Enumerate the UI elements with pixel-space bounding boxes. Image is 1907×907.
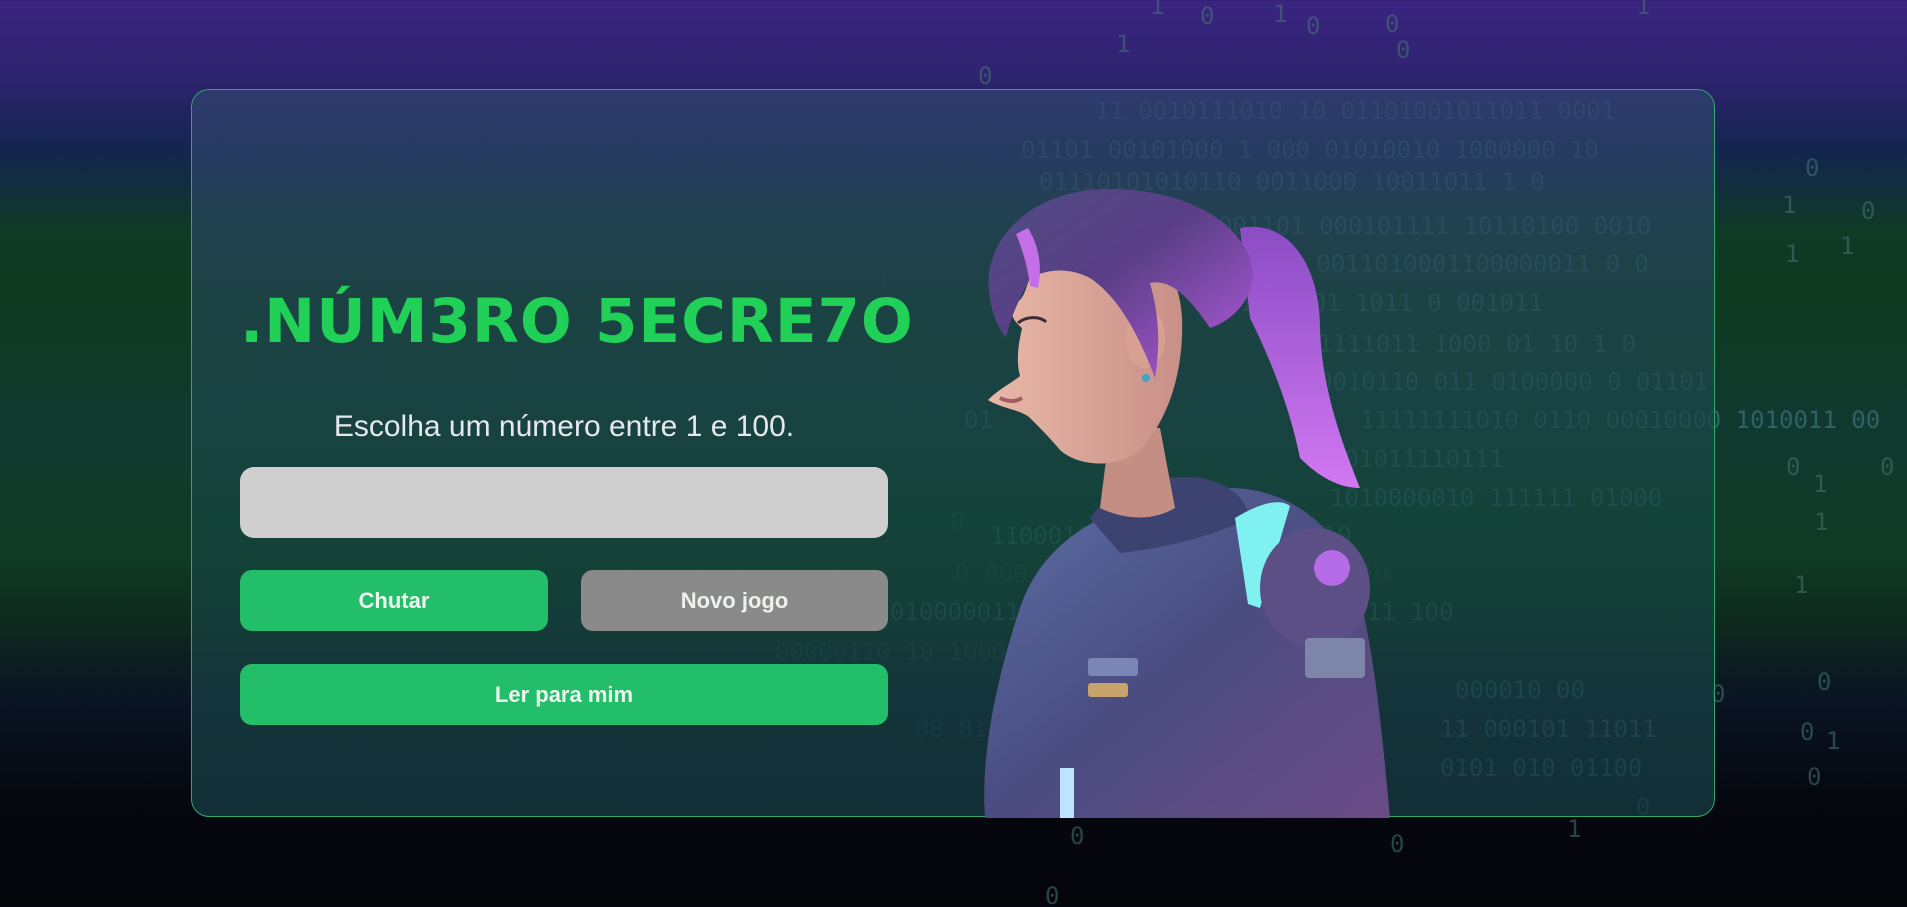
game-instructions: Escolha um número entre 1 e 100. (333, 410, 795, 443)
rain-digits: 0 (1786, 453, 1801, 481)
game-card: .NÚM3RO 5ECRE7O Escolha um número entre … (191, 89, 1715, 817)
new-game-button[interactable]: Novo jogo (581, 570, 888, 631)
rain-digits: 0 (1800, 718, 1815, 746)
rain-digits: 0 (1070, 822, 1085, 850)
rain-digits: 0 (1396, 36, 1411, 64)
rain-digits: 1 (1794, 571, 1809, 599)
rain-digits: 1 (1826, 727, 1841, 755)
rain-digits: 0 (1880, 453, 1895, 481)
rain-digits: 1 (1636, 0, 1651, 20)
rain-digits: 0 (1817, 668, 1832, 696)
rain-digits: 1 (1813, 470, 1828, 498)
read-aloud-button[interactable]: Ler para mim (240, 664, 888, 725)
rain-digits: 0 (978, 62, 993, 90)
game-title: .NÚM3RO 5ECRE7O (240, 286, 914, 357)
rain-digits: 1 (1273, 0, 1288, 28)
rain-digits: 0 (1306, 12, 1321, 40)
guess-input[interactable] (240, 467, 888, 538)
rain-digits: 0 (1385, 10, 1400, 38)
rain-digits: 1 (1782, 191, 1797, 219)
rain-digits: 0 (1200, 2, 1215, 30)
rain-digits: 0 (1045, 882, 1060, 907)
rain-digits: 0 (1390, 830, 1405, 858)
rain-digits: 0 (1807, 763, 1822, 791)
guess-button[interactable]: Chutar (240, 570, 548, 631)
rain-digits: 1 (1567, 815, 1582, 843)
rain-digits: 1 (1150, 0, 1165, 20)
rain-digits: 1 (1814, 508, 1829, 536)
rain-digits: 1 (1785, 240, 1800, 268)
rain-digits: 1 (1840, 232, 1855, 260)
rain-digits: 0 (1805, 154, 1820, 182)
rain-digits: 0 (1861, 197, 1876, 225)
rain-digits: 1 (1116, 30, 1131, 58)
